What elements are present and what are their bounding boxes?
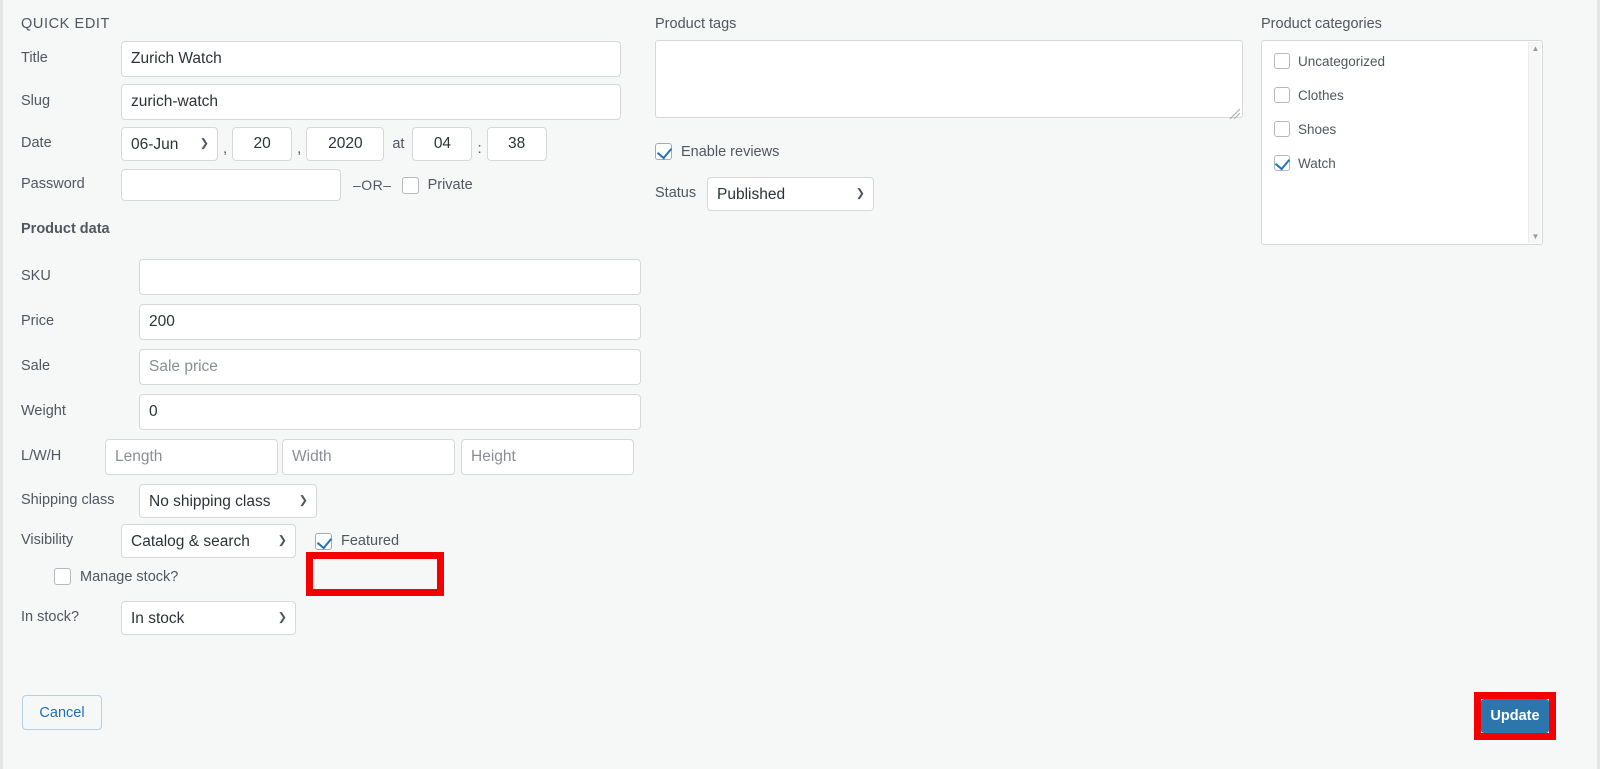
visibility-select-wrap: Catalog & search ❯ xyxy=(121,524,296,558)
product-categories-list: Uncategorized Clothes Shoes Watch xyxy=(1262,41,1542,171)
right-column: Product categories Uncategorized Clothes… xyxy=(1261,0,1571,245)
visibility-select[interactable]: Catalog & search xyxy=(121,524,296,558)
manage-stock-label: Manage stock? xyxy=(80,568,179,585)
sale-label: Sale xyxy=(21,358,51,375)
middle-column: Product tags Enable reviews Status Publi… xyxy=(655,0,1245,218)
sku-input[interactable] xyxy=(139,259,641,295)
categories-scrollbar[interactable]: ▲ ▼ xyxy=(1528,42,1541,243)
enable-reviews-row: Enable reviews xyxy=(655,143,1245,160)
date-comma-separator: , xyxy=(223,139,228,157)
private-checkbox[interactable] xyxy=(401,176,419,194)
dimensions-row: L/W/H xyxy=(21,439,641,475)
password-input[interactable] xyxy=(121,169,341,201)
status-select-wrap: Published ❯ xyxy=(707,177,874,211)
date-colon-separator: : xyxy=(477,139,482,157)
visibility-row: Visibility Catalog & search ❯ Featured xyxy=(21,524,641,558)
date-month-select-wrap: 06-Jun ❯ xyxy=(121,127,218,161)
sale-price-input[interactable] xyxy=(139,349,641,385)
featured-label: Featured xyxy=(341,533,400,549)
sku-row: SKU xyxy=(21,259,641,295)
featured-checkbox[interactable] xyxy=(315,532,332,550)
category-checkbox-watch[interactable] xyxy=(1274,155,1290,171)
shipping-class-select[interactable]: No shipping class xyxy=(139,484,317,518)
password-row: Password –OR– Private xyxy=(21,169,641,201)
date-comma-separator-2: , xyxy=(297,139,302,157)
update-button-holder: Update xyxy=(1481,699,1549,733)
category-checkbox-shoes[interactable] xyxy=(1274,121,1290,137)
enable-reviews-checkbox[interactable] xyxy=(655,143,672,160)
category-label: Uncategorized xyxy=(1298,53,1386,69)
product-tags-textarea[interactable] xyxy=(655,40,1243,118)
scroll-down-icon[interactable]: ▼ xyxy=(1529,230,1542,243)
category-row[interactable]: Uncategorized xyxy=(1274,53,1542,69)
password-label: Password xyxy=(21,176,85,193)
product-tags-label: Product tags xyxy=(655,16,737,32)
date-row: Date 06-Jun ❯ , , at : xyxy=(21,127,641,161)
price-row: Price xyxy=(21,304,641,340)
private-label: Private xyxy=(427,177,473,193)
date-label: Date xyxy=(21,135,52,152)
category-row[interactable]: Watch xyxy=(1274,155,1542,171)
update-button[interactable]: Update xyxy=(1481,699,1549,733)
width-input[interactable] xyxy=(282,439,455,475)
visibility-label: Visibility xyxy=(21,532,74,549)
category-checkbox-clothes[interactable] xyxy=(1274,87,1290,103)
in-stock-select-wrap: In stock ❯ xyxy=(121,601,296,635)
product-categories-label: Product categories xyxy=(1261,16,1382,32)
left-column: QUICK EDIT Title Slug Date 06-Jun ❯ , , … xyxy=(21,0,641,635)
weight-label: Weight xyxy=(21,403,66,420)
title-label: Title xyxy=(21,50,48,67)
in-stock-select[interactable]: In stock xyxy=(121,601,296,635)
date-minute-input[interactable] xyxy=(486,127,547,161)
date-month-select[interactable]: 06-Jun xyxy=(121,127,218,161)
date-day-input[interactable] xyxy=(232,127,293,161)
weight-input[interactable] xyxy=(139,394,641,430)
price-input[interactable] xyxy=(139,304,641,340)
category-label: Watch xyxy=(1298,155,1336,171)
category-label: Shoes xyxy=(1298,121,1337,137)
weight-row: Weight xyxy=(21,394,641,430)
quick-edit-legend: QUICK EDIT xyxy=(21,16,110,32)
product-categories-box: Uncategorized Clothes Shoes Watch ▲ ▼ xyxy=(1261,40,1543,245)
category-checkbox-uncategorized[interactable] xyxy=(1274,53,1290,69)
in-stock-row: In stock? In stock ❯ xyxy=(21,601,641,635)
shipping-class-label: Shipping class xyxy=(21,492,115,509)
category-row[interactable]: Shoes xyxy=(1274,121,1542,137)
date-year-input[interactable] xyxy=(306,127,385,161)
slug-row: Slug xyxy=(21,84,641,120)
product-data-heading: Product data xyxy=(21,221,110,237)
manage-stock-row: Manage stock? xyxy=(21,568,641,585)
product-tags-wrap xyxy=(655,40,1243,123)
quick-edit-panel: QUICK EDIT Title Slug Date 06-Jun ❯ , , … xyxy=(0,0,1600,769)
status-label: Status xyxy=(655,185,697,202)
featured-checkbox-row: Featured xyxy=(315,532,400,550)
dimensions-label: L/W/H xyxy=(21,448,62,465)
height-input[interactable] xyxy=(461,439,634,475)
category-row[interactable]: Clothes xyxy=(1274,87,1542,103)
title-row: Title xyxy=(21,41,641,77)
status-select[interactable]: Published xyxy=(707,177,874,211)
length-input[interactable] xyxy=(105,439,278,475)
date-at-label: at xyxy=(392,136,405,152)
cancel-button[interactable]: Cancel xyxy=(22,695,102,730)
or-separator-label: –OR– xyxy=(353,177,392,193)
scroll-up-icon[interactable]: ▲ xyxy=(1529,42,1542,55)
date-hour-input[interactable] xyxy=(412,127,473,161)
manage-stock-checkbox[interactable] xyxy=(54,568,71,585)
enable-reviews-label: Enable reviews xyxy=(681,143,780,160)
shipping-class-row: Shipping class No shipping class ❯ xyxy=(21,484,641,518)
price-label: Price xyxy=(21,313,55,330)
sku-label: SKU xyxy=(21,268,51,285)
sale-row: Sale xyxy=(21,349,641,385)
shipping-class-select-wrap: No shipping class ❯ xyxy=(139,484,317,518)
category-label: Clothes xyxy=(1298,87,1344,103)
in-stock-label: In stock? xyxy=(21,609,80,626)
title-input[interactable] xyxy=(121,41,621,77)
slug-label: Slug xyxy=(21,93,51,110)
status-row: Status Published ❯ xyxy=(655,177,1245,211)
slug-input[interactable] xyxy=(121,84,621,120)
